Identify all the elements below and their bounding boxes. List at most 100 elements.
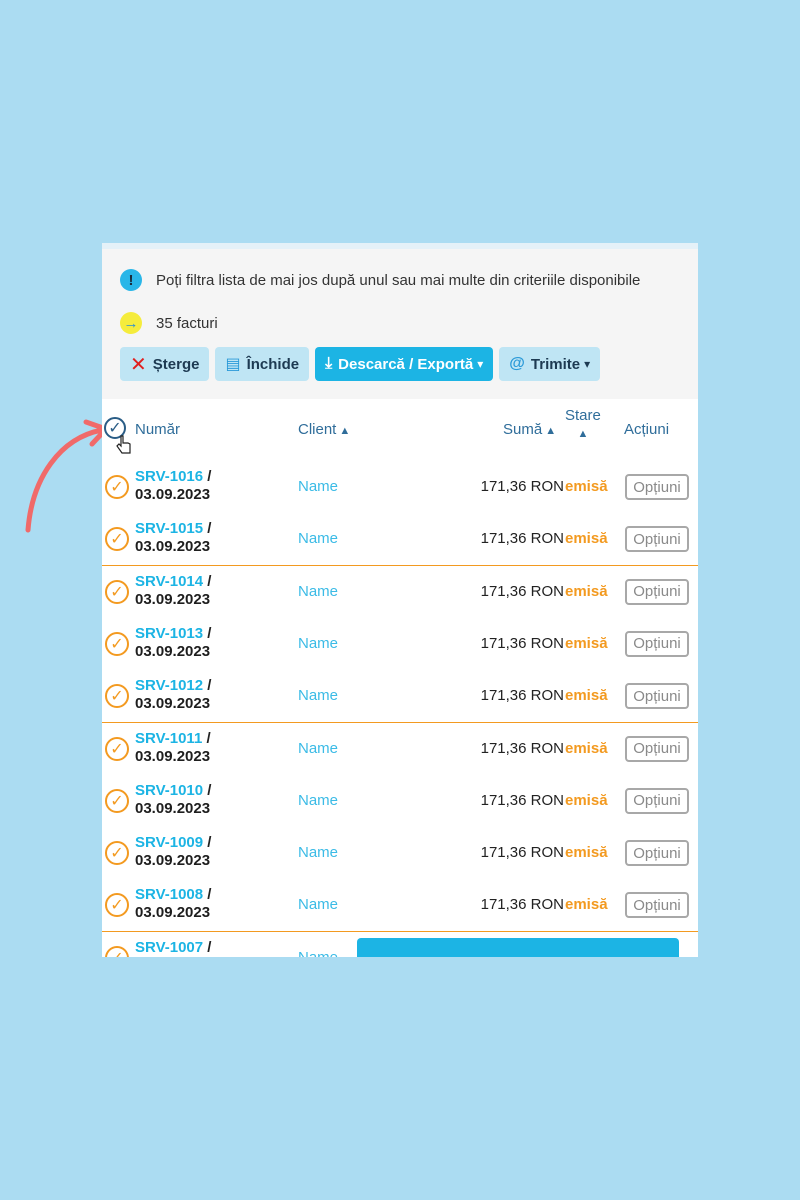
- send-label: Trimite: [530, 355, 581, 373]
- options-button[interactable]: Opțiuni: [625, 892, 689, 919]
- status-badge: emisă: [565, 791, 608, 809]
- table-row[interactable]: ✓ SRV-1013 /03.09.2023 Name 171,36 RON emisă…: [102, 617, 698, 672]
- sort-up-icon: ▲: [545, 425, 557, 437]
- options-button[interactable]: Opțiuni: [625, 840, 689, 867]
- options-button[interactable]: Opțiuni: [625, 526, 689, 553]
- sort-up-icon: ▲: [577, 428, 589, 440]
- check-circle-icon[interactable]: ✓: [105, 893, 129, 918]
- invoice-number: SRV-1014 /03.09.2023: [135, 573, 211, 609]
- invoice-code[interactable]: SRV-1015: [135, 520, 203, 537]
- table-row[interactable]: ✓ SRV-1012 /03.09.2023 Name 171,36 RON emisă…: [102, 670, 698, 725]
- delete-button[interactable]: ✕ Șterge: [120, 347, 210, 381]
- status-badge: emisă: [565, 739, 608, 757]
- invoice-number: SRV-1007 /: [135, 939, 211, 957]
- invoice-code[interactable]: SRV-1014: [135, 573, 203, 590]
- send-button[interactable]: @ Trimite ▾: [499, 347, 601, 381]
- client-name[interactable]: Name: [298, 740, 338, 757]
- invoice-date: 03.09.2023: [135, 747, 211, 765]
- separator: /: [203, 520, 212, 538]
- options-button[interactable]: Opțiuni: [625, 578, 689, 605]
- check-circle-icon[interactable]: ✓: [105, 841, 129, 866]
- invoice-sum: 171,36 RON: [480, 844, 564, 862]
- table-row[interactable]: ✓ SRV-1008 /03.09.2023 Name 171,36 RON emisă…: [102, 879, 698, 934]
- check-circle-icon[interactable]: ✓: [105, 579, 129, 604]
- table-header: ✓ Număr Client ▲ Sumă ▲ Stare ▲ Acțiuni: [102, 399, 698, 463]
- options-button[interactable]: Opțiuni: [625, 683, 689, 710]
- chevron-down-icon: ▾: [584, 357, 591, 371]
- arrow-right-icon: →: [120, 312, 142, 334]
- invoice-date: 03.09.2023: [135, 486, 211, 503]
- options-button[interactable]: Opțiuni: [625, 787, 689, 814]
- check-circle-icon[interactable]: ✓: [105, 631, 129, 656]
- close-x-icon: ✕: [130, 353, 147, 376]
- header-sum[interactable]: Sumă ▲: [503, 421, 556, 438]
- invoice-number: SRV-1013 /03.09.2023: [135, 625, 211, 661]
- invoice-number: SRV-1012 /03.09.2023: [135, 677, 211, 713]
- header-state-label: Stare: [565, 407, 601, 424]
- close-button[interactable]: ▤ Închide: [215, 347, 310, 381]
- invoice-code[interactable]: SRV-1013: [135, 625, 203, 642]
- table-row[interactable]: ✓ SRV-1009 /03.09.2023 Name 171,36 RON emisă…: [102, 827, 698, 882]
- client-name[interactable]: Name: [298, 949, 338, 957]
- invoice-date: 03.09.2023: [135, 590, 211, 608]
- separator: /: [203, 781, 212, 799]
- invoice-sum: 171,36 RON: [480, 791, 564, 809]
- client-name[interactable]: Name: [298, 687, 338, 704]
- invoice-code[interactable]: SRV-1009: [135, 834, 203, 851]
- header-number-label: Număr: [135, 421, 181, 438]
- close-label: Închide: [246, 355, 300, 373]
- table-row[interactable]: ✓ SRV-1010 /03.09.2023 Name 171,36 RON emisă…: [102, 774, 698, 829]
- count-row: → 35 facturi: [120, 312, 218, 334]
- invoice-sum: 171,36 RON: [480, 582, 564, 600]
- header-number[interactable]: Număr: [135, 421, 180, 438]
- invoice-sum: 171,36 RON: [480, 896, 564, 914]
- header-state[interactable]: Stare ▲: [565, 407, 601, 441]
- invoice-code[interactable]: SRV-1010: [135, 782, 203, 799]
- invoice-sum: 171,36 RON: [480, 739, 564, 757]
- invoice-code[interactable]: SRV-1011: [135, 730, 202, 747]
- check-circle-icon[interactable]: ✓: [105, 788, 129, 813]
- at-icon: @: [509, 355, 525, 372]
- client-name[interactable]: Name: [298, 635, 338, 652]
- export-button[interactable]: ⤓ Descarcă / Exportă ▾: [315, 347, 494, 381]
- invoice-number: SRV-1009 /03.09.2023: [135, 834, 211, 870]
- status-badge: emisă: [565, 478, 608, 495]
- options-button[interactable]: Opțiuni: [625, 474, 689, 500]
- status-badge: emisă: [565, 530, 608, 548]
- client-name[interactable]: Name: [298, 530, 338, 547]
- invoice-code[interactable]: SRV-1016: [135, 468, 203, 485]
- status-badge: emisă: [565, 687, 608, 705]
- check-circle-icon[interactable]: ✓: [105, 945, 129, 957]
- chevron-down-icon: ▾: [477, 357, 484, 371]
- status-badge: emisă: [565, 896, 608, 914]
- invoice-sum: 171,36 RON: [480, 478, 564, 495]
- client-name[interactable]: Name: [298, 478, 338, 495]
- filter-hint-row: ! Poți filtra lista de mai jos după unul…: [120, 269, 640, 291]
- table-row[interactable]: ✓ SRV-1014 /03.09.2023 Name 171,36 RON emisă…: [102, 565, 698, 620]
- table-row[interactable]: ✓ SRV-1015 /03.09.2023 Name 171,36 RON emisă…: [102, 513, 698, 568]
- invoice-number: SRV-1016 /03.09.2023: [135, 468, 211, 504]
- table-row[interactable]: ✓ SRV-1016 /03.09.2023 Name 171,36 RON emisă…: [102, 461, 698, 515]
- check-circle-icon[interactable]: ✓: [105, 527, 129, 552]
- check-circle-icon[interactable]: ✓: [105, 736, 129, 761]
- invoice-date: 03.09.2023: [135, 799, 211, 817]
- client-name[interactable]: Name: [298, 896, 338, 913]
- options-button[interactable]: Opțiuni: [625, 735, 689, 762]
- floating-action-bar[interactable]: [357, 938, 679, 957]
- toolbar: ✕ Șterge ▤ Închide ⤓ Descarcă / Exportă …: [120, 347, 601, 381]
- check-circle-icon[interactable]: ✓: [105, 684, 129, 709]
- client-name[interactable]: Name: [298, 844, 338, 861]
- sort-up-icon: ▲: [339, 425, 351, 437]
- client-name[interactable]: Name: [298, 792, 338, 809]
- check-circle-icon[interactable]: ✓: [105, 475, 129, 499]
- invoice-code[interactable]: SRV-1008: [135, 886, 203, 903]
- header-client-label: Client: [298, 421, 337, 438]
- options-button[interactable]: Opțiuni: [625, 630, 689, 657]
- client-name[interactable]: Name: [298, 583, 338, 600]
- invoice-number: SRV-1011 /03.09.2023: [135, 730, 211, 766]
- invoice-code[interactable]: SRV-1007: [135, 939, 203, 956]
- separator: /: [203, 468, 212, 485]
- invoice-code[interactable]: SRV-1012: [135, 677, 203, 694]
- table-row[interactable]: ✓ SRV-1011 /03.09.2023 Name 171,36 RON emisă…: [102, 722, 698, 777]
- header-client[interactable]: Client ▲: [298, 421, 350, 438]
